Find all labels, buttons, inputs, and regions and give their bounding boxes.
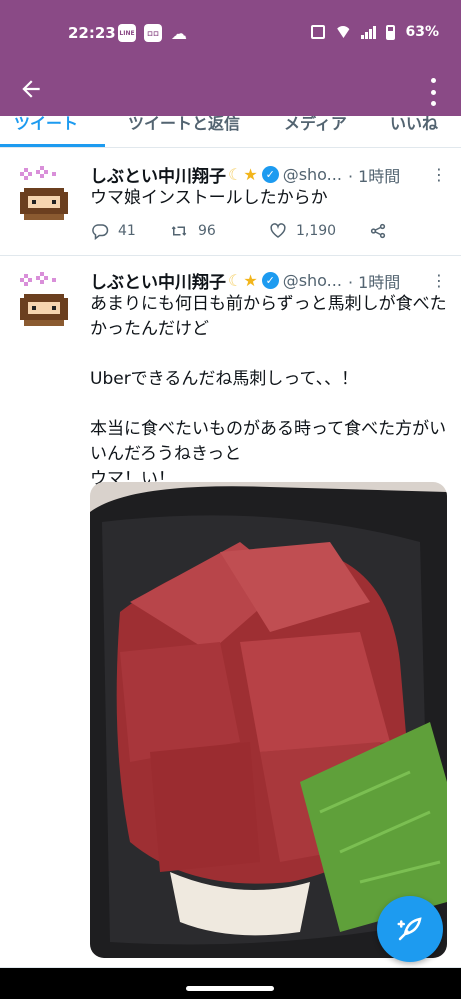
reply-icon [92,224,109,240]
tab-tweets[interactable]: ツイート [14,116,78,134]
active-tab-indicator [0,144,105,147]
battery-percent: 63% [405,24,439,40]
moon-icon: ☾ [228,165,243,184]
tweet[interactable]: しぶとい中川翔子 ☾ ★ ✓ @sho... · 1時間 ⋮ ウマ娘インストールし… [0,150,461,256]
back-button[interactable] [18,76,50,106]
app-icon: ロロ [144,24,162,42]
signal-icon [361,25,377,39]
avatar[interactable] [14,270,74,330]
more-options-icon[interactable]: ⋮ [431,271,447,290]
cloud-icon: ☁ [171,23,187,43]
share-button[interactable] [368,222,388,240]
more-vertical-icon [430,78,436,83]
tweet-actions: 41 96 1,190 [90,220,421,242]
tab-media[interactable]: メディア [284,116,347,134]
display-name[interactable]: しぶとい中川翔子 [90,162,226,187]
star-icon: ★ [243,271,258,290]
like-button[interactable]: 1,190 [268,222,368,240]
user-handle[interactable]: @sho... [283,165,342,184]
tab-tweets-and-replies[interactable]: ツイートと返信 [128,116,240,134]
home-gesture-handle[interactable] [186,986,274,991]
more-options-icon[interactable]: ⋮ [431,165,447,184]
tweet-header: しぶとい中川翔子 ☾ ★ ✓ @sho... · 1時間 ⋮ [90,268,447,293]
retweet-button[interactable]: 96 [168,222,268,240]
verified-icon: ✓ [261,166,279,183]
wifi-icon [335,26,352,38]
heart-icon [270,223,286,238]
status-time: 22:23 [68,24,116,42]
battery-icon [386,24,396,40]
compose-tweet-button[interactable] [377,896,443,962]
vibrate-icon [311,25,326,39]
status-bar: 22:23 LINE ロロ ☁ 63% [0,0,461,66]
line-icon: LINE [118,24,136,42]
retweet-icon [171,226,187,236]
tweet-text: あまりにも何日も前からずっと馬刺しが食べたかったんだけど Uberできるんだね馬… [90,294,447,489]
star-icon: ★ [243,165,258,184]
arrow-left-icon [22,80,40,98]
tab-likes[interactable]: いいね [390,116,438,134]
share-icon [370,223,386,239]
more-menu-button[interactable] [423,78,443,106]
system-nav-bar [0,968,461,999]
user-handle[interactable]: @sho... [283,271,342,290]
verified-icon: ✓ [261,272,279,289]
tweet-time: · 1時間 [347,272,401,292]
app-bar [0,66,461,116]
tweet-time: · 1時間 [347,166,401,186]
moon-icon: ☾ [228,271,243,290]
reply-count: 41 [118,223,136,239]
compose-feather-icon [397,917,422,941]
notification-icons: LINE ロロ ☁ [118,23,188,43]
display-name[interactable]: しぶとい中川翔子 [90,268,226,293]
tweet-text: ウマ娘インストールしたからか [90,188,328,208]
reply-button[interactable]: 41 [90,222,168,240]
tweet-image[interactable] [90,482,447,958]
profile-tabs: ツイート ツイートと返信 メディア いいね [0,116,461,148]
like-count: 1,190 [296,223,337,239]
retweet-count: 96 [198,223,216,239]
tweet-header: しぶとい中川翔子 ☾ ★ ✓ @sho... · 1時間 ⋮ [90,162,447,187]
avatar[interactable] [14,164,74,224]
status-right: 63% [311,24,439,40]
